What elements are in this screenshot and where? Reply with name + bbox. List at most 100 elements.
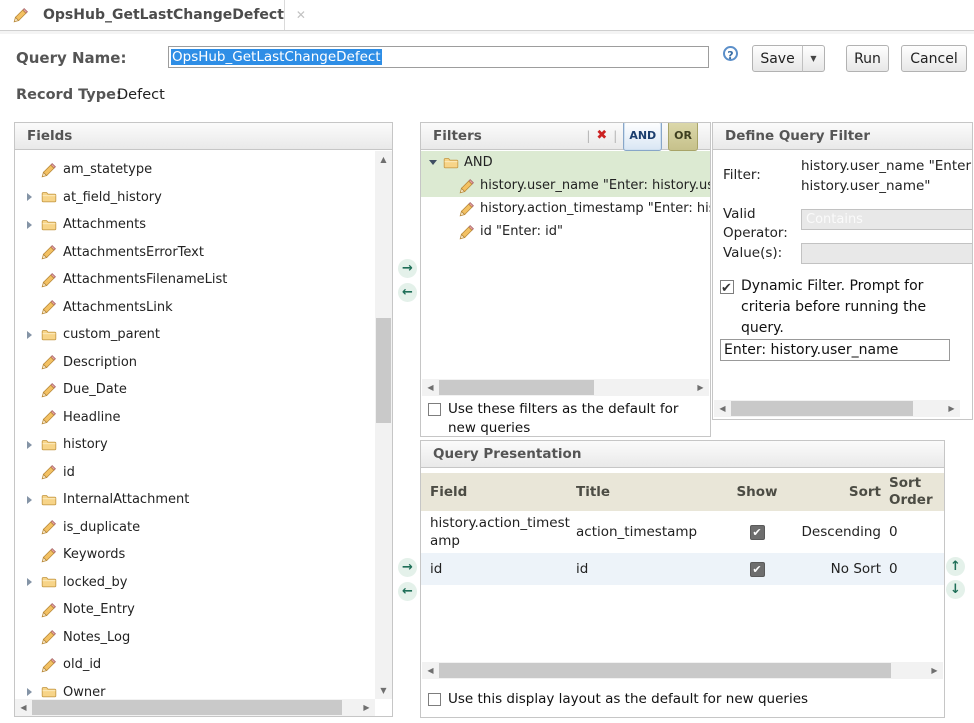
tree-item[interactable]: Attachments bbox=[15, 211, 375, 239]
horizontal-scrollbar[interactable]: ◀ ▶ bbox=[422, 379, 709, 396]
pencil-icon bbox=[41, 602, 57, 618]
pencil-icon bbox=[13, 7, 29, 23]
save-dropdown-button[interactable]: ▼ bbox=[802, 45, 825, 72]
help-icon[interactable]: ? bbox=[723, 46, 738, 61]
prompt-input[interactable] bbox=[720, 339, 950, 361]
filter-item[interactable]: history.action_timestamp "Enter: history… bbox=[421, 197, 710, 220]
cancel-button[interactable]: Cancel bbox=[901, 45, 967, 72]
tree-item[interactable]: id bbox=[15, 459, 375, 487]
pencil-icon bbox=[41, 354, 57, 370]
pencil-icon bbox=[41, 382, 57, 398]
row-sort[interactable]: No Sort bbox=[792, 561, 881, 577]
and-button[interactable]: AND bbox=[623, 122, 662, 151]
scroll-right-arrow[interactable]: ▶ bbox=[943, 400, 960, 417]
show-checkbox[interactable]: ✔ bbox=[750, 525, 765, 540]
scroll-thumb[interactable] bbox=[439, 380, 594, 395]
tree-item[interactable]: InternalAttachment bbox=[15, 486, 375, 514]
folder-icon bbox=[41, 437, 57, 453]
expander-icon[interactable] bbox=[27, 496, 41, 504]
layout-default-checkbox-row: Use this display layout as the default f… bbox=[428, 690, 938, 709]
move-right-button[interactable]: → bbox=[398, 259, 417, 278]
filter-item[interactable]: history.user_name "Enter: history.user_n… bbox=[421, 174, 710, 197]
presentation-row[interactable]: id id ✔ No Sort 0 bbox=[421, 553, 944, 585]
folder-icon bbox=[41, 217, 57, 233]
query-name-input[interactable]: OpsHub_GetLastChangeDefect bbox=[168, 46, 709, 68]
dynamic-filter-row: Dynamic Filter. Prompt for criteria befo… bbox=[720, 276, 966, 339]
expander-icon[interactable] bbox=[27, 193, 41, 201]
row-sort[interactable]: Descending bbox=[792, 524, 881, 540]
tree-item[interactable]: is_duplicate bbox=[15, 514, 375, 542]
horizontal-scrollbar[interactable]: ◀ ▶ bbox=[15, 699, 375, 716]
tree-item-label: Note_Entry bbox=[63, 602, 135, 617]
tree-item[interactable]: Keywords bbox=[15, 541, 375, 569]
tree-item[interactable]: Due_Date bbox=[15, 376, 375, 404]
scroll-up-arrow[interactable]: ▲ bbox=[375, 151, 392, 168]
tree-item[interactable]: old_id bbox=[15, 651, 375, 679]
column-header-field[interactable]: Field bbox=[430, 484, 576, 501]
tree-item[interactable]: am_statetype bbox=[15, 156, 375, 184]
layout-default-checkbox[interactable] bbox=[428, 693, 441, 706]
tree-item[interactable]: at_field_history bbox=[15, 184, 375, 212]
scroll-right-arrow[interactable]: ▶ bbox=[358, 699, 375, 716]
horizontal-scrollbar[interactable]: ◀ ▶ bbox=[422, 662, 943, 679]
folder-icon bbox=[41, 327, 57, 343]
scroll-right-arrow[interactable]: ▶ bbox=[692, 379, 709, 396]
filter-root-item[interactable]: AND bbox=[421, 151, 710, 174]
scroll-thumb[interactable] bbox=[376, 318, 391, 423]
expander-icon[interactable] bbox=[27, 441, 41, 449]
filter-item[interactable]: id "Enter: id" bbox=[421, 220, 710, 243]
scroll-thumb[interactable] bbox=[32, 700, 342, 715]
tree-item-label: Attachments bbox=[63, 217, 146, 232]
move-up-button[interactable]: ↑ bbox=[946, 557, 965, 576]
expander-icon[interactable] bbox=[27, 331, 41, 339]
scroll-left-arrow[interactable]: ◀ bbox=[422, 379, 439, 396]
folder-icon bbox=[443, 155, 459, 171]
filters-default-checkbox[interactable] bbox=[428, 403, 441, 416]
fields-panel-title: Fields bbox=[15, 123, 392, 150]
column-header-show[interactable]: Show bbox=[722, 484, 792, 501]
save-button[interactable]: Save bbox=[752, 45, 803, 72]
move-down-button[interactable]: ↓ bbox=[946, 580, 965, 599]
presentation-row[interactable]: history.action_timestamp action_timestam… bbox=[421, 511, 944, 553]
tree-item-label: AttachmentsFilenameList bbox=[63, 272, 227, 287]
tree-item[interactable]: AttachmentsErrorText bbox=[15, 239, 375, 267]
tree-item[interactable]: AttachmentsLink bbox=[15, 294, 375, 322]
tree-item[interactable]: history bbox=[15, 431, 375, 459]
pencil-icon bbox=[41, 244, 57, 260]
vertical-scrollbar[interactable]: ▲ ▼ bbox=[375, 151, 392, 699]
query-tab[interactable]: OpsHub_GetLastChangeDefect ✕ bbox=[0, 0, 285, 30]
horizontal-scrollbar[interactable]: ◀ ▶ bbox=[714, 400, 960, 417]
expander-icon[interactable] bbox=[27, 221, 41, 229]
dynamic-filter-checkbox[interactable] bbox=[720, 280, 734, 294]
scroll-left-arrow[interactable]: ◀ bbox=[422, 662, 439, 679]
scroll-thumb[interactable] bbox=[731, 401, 913, 416]
column-header-title[interactable]: Title bbox=[576, 484, 722, 501]
scroll-thumb[interactable] bbox=[439, 663, 891, 678]
scroll-left-arrow[interactable]: ◀ bbox=[714, 400, 731, 417]
show-checkbox[interactable]: ✔ bbox=[750, 562, 765, 577]
tree-item[interactable]: Description bbox=[15, 349, 375, 377]
tree-item[interactable]: custom_parent bbox=[15, 321, 375, 349]
expander-icon[interactable] bbox=[27, 578, 41, 586]
tree-item[interactable]: Note_Entry bbox=[15, 596, 375, 624]
column-header-sort[interactable]: Sort bbox=[792, 484, 881, 501]
tree-item[interactable]: Notes_Log bbox=[15, 624, 375, 652]
tab-close-icon[interactable]: ✕ bbox=[296, 8, 306, 22]
tree-item[interactable]: Headline bbox=[15, 404, 375, 432]
scroll-down-arrow[interactable]: ▼ bbox=[375, 682, 392, 699]
or-button[interactable]: OR bbox=[668, 122, 698, 151]
expander-icon[interactable] bbox=[429, 160, 443, 165]
expander-icon[interactable] bbox=[27, 688, 41, 696]
tree-item[interactable]: Owner bbox=[15, 679, 375, 700]
move-left-button[interactable]: ← bbox=[398, 582, 417, 601]
tree-item[interactable]: AttachmentsFilenameList bbox=[15, 266, 375, 294]
move-right-button[interactable]: → bbox=[398, 558, 417, 577]
tree-item-label: AttachmentsLink bbox=[63, 300, 173, 315]
scroll-left-arrow[interactable]: ◀ bbox=[15, 699, 32, 716]
tree-item[interactable]: locked_by bbox=[15, 569, 375, 597]
column-header-sort-order[interactable]: Sort Order bbox=[881, 475, 936, 509]
move-left-button[interactable]: ← bbox=[398, 283, 417, 302]
scroll-right-arrow[interactable]: ▶ bbox=[926, 662, 943, 679]
delete-filter-icon[interactable]: ✖ bbox=[596, 123, 607, 149]
run-button[interactable]: Run bbox=[846, 45, 889, 72]
